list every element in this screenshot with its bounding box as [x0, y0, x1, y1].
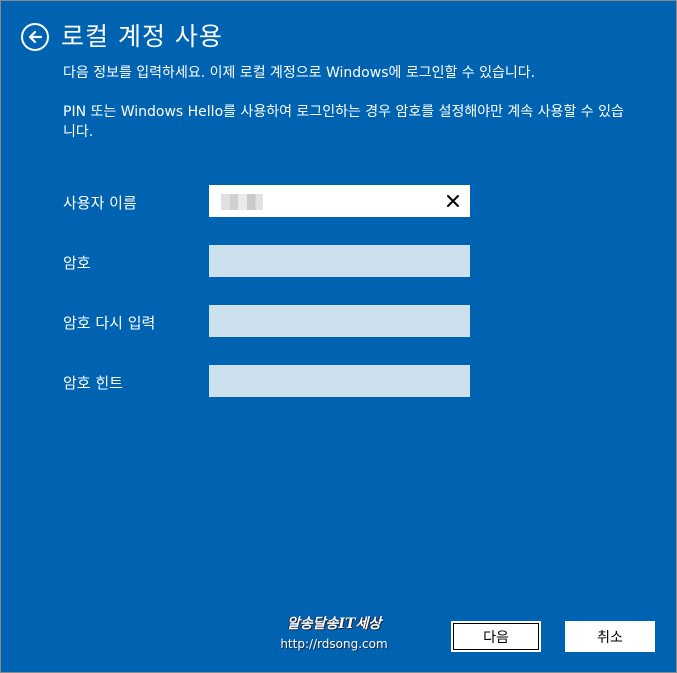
watermark-url: http://rdsong.com [280, 637, 388, 651]
close-icon [447, 195, 459, 207]
username-row: 사용자 이름 [63, 185, 483, 217]
username-input-wrap [209, 185, 470, 217]
username-label: 사용자 이름 [63, 194, 137, 212]
next-button[interactable]: 다음 [451, 621, 541, 652]
clear-username-button[interactable] [442, 190, 464, 212]
dialog-header: 로컬 계정 사용 [21, 20, 223, 54]
password-hint-input[interactable] [209, 365, 470, 397]
local-account-dialog: 로컬 계정 사용 다음 정보를 입력하세요. 이제 로컬 계정으로 Window… [0, 0, 677, 673]
password-hint-row: 암호 힌트 [63, 365, 483, 397]
description-line-2: PIN 또는 Windows Hello를 사용하여 로그인하는 경우 암호를 … [63, 104, 624, 140]
watermark-title: 알송달송IT세상 [286, 616, 382, 632]
back-button[interactable] [21, 23, 49, 51]
page-title: 로컬 계정 사용 [61, 22, 223, 51]
password-input[interactable] [209, 245, 470, 277]
watermark: 알송달송IT세상 http://rdsong.com [269, 613, 399, 651]
password-hint-label: 암호 힌트 [63, 374, 123, 392]
password-confirm-row: 암호 다시 입력 [63, 305, 483, 337]
password-label: 암호 [63, 254, 91, 272]
cancel-button[interactable]: 취소 [565, 621, 655, 652]
blurred-username-value [221, 194, 263, 210]
password-hint-input-wrap [209, 365, 470, 397]
password-row: 암호 [63, 245, 483, 277]
password-confirm-input[interactable] [209, 305, 470, 337]
password-input-wrap [209, 245, 470, 277]
description-line-1: 다음 정보를 입력하세요. 이제 로컬 계정으로 Windows에 로그인할 수… [63, 65, 536, 81]
back-arrow-icon [28, 30, 43, 44]
password-confirm-label: 암호 다시 입력 [63, 314, 156, 332]
password-confirm-input-wrap [209, 305, 470, 337]
